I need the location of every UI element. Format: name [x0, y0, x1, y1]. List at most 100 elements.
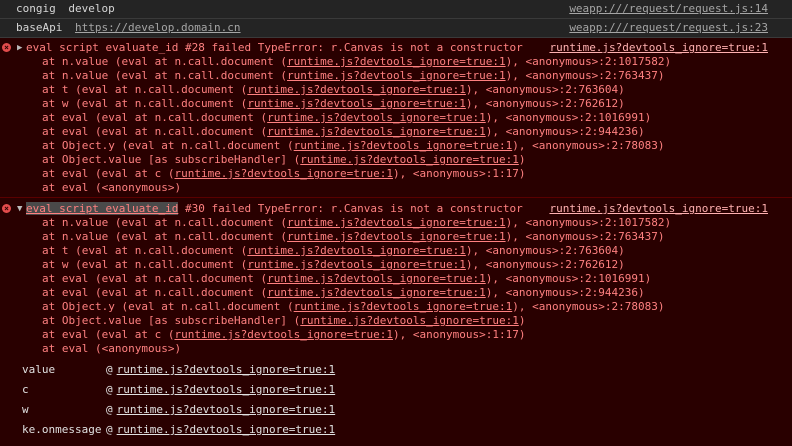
stack-frame: at Object.value [as subscribeHandler] (r…	[0, 314, 792, 328]
stack-frame: at eval (<anonymous>)	[0, 342, 792, 356]
source-link[interactable]: weapp:///request/request.js:23	[569, 19, 768, 37]
stack-frame-location: ), <anonymous>:2:944236)	[485, 125, 645, 138]
stack-frame: at Object.y (eval at n.call.document (ru…	[0, 139, 792, 153]
stack-frame-text: at eval (eval at c (	[42, 328, 175, 341]
error-circle-icon: ×	[2, 43, 11, 52]
stack-trace: at n.value (eval at n.call.document (run…	[0, 55, 792, 195]
stack-frame: at eval (eval at n.call.document (runtim…	[0, 111, 792, 125]
stack-frame-link[interactable]: runtime.js?devtools_ignore=true:1	[267, 286, 486, 299]
caret-down-icon[interactable]: ▼	[17, 202, 22, 216]
call-frame-name: value	[22, 363, 56, 376]
stack-frame-location: ), <anonymous>:2:78083)	[512, 300, 665, 313]
call-frame-row: ke.onmessage @ runtime.js?devtools_ignore=…	[0, 420, 792, 440]
call-frame-row: w @ runtime.js?devtools_ignore=true:1	[0, 400, 792, 420]
stack-frame-text: at eval (eval at n.call.document (	[42, 125, 268, 138]
call-frame-link[interactable]: runtime.js?devtools_ignore=true:1	[117, 403, 336, 416]
stack-frame-text: at eval (eval at c (	[42, 167, 175, 180]
source-link[interactable]: runtime.js?devtools_ignore=true:1	[549, 202, 768, 216]
error-message: eval script evaluate_id #28 failed TypeE…	[26, 41, 523, 54]
stack-frame: at Object.value [as subscribeHandler] (r…	[0, 153, 792, 167]
stack-frame-link[interactable]: runtime.js?devtools_ignore=true:1	[294, 300, 513, 313]
log-row: baseApi https://develop.domain.cn weapp:…	[0, 19, 792, 38]
log-row: congig develop weapp:///request/request.…	[0, 0, 792, 19]
call-frame-name: c	[22, 383, 29, 396]
error-header[interactable]: × ▼ eval script evaluate_id #30 failed T…	[0, 202, 792, 216]
stack-frame-text: at w (eval at n.call.document (	[42, 258, 248, 271]
selected-text[interactable]: eval script evaluate_id	[26, 202, 179, 215]
call-frame-link[interactable]: runtime.js?devtools_ignore=true:1	[117, 363, 336, 376]
error-circle-icon: ×	[2, 204, 11, 213]
stack-frame: at eval (eval at n.call.document (runtim…	[0, 286, 792, 300]
stack-frame-location: ), <anonymous>:2:763604)	[465, 244, 625, 257]
stack-frame-location: ), <anonymous>:2:763437)	[505, 69, 665, 82]
stack-frame-location: ), <anonymous>:2:762612)	[465, 258, 625, 271]
source-link[interactable]: weapp:///request/request.js:14	[569, 0, 768, 18]
stack-frame-link[interactable]: runtime.js?devtools_ignore=true:1	[287, 230, 506, 243]
stack-frame-text: at eval (eval at n.call.document (	[42, 111, 268, 124]
stack-frame-link[interactable]: runtime.js?devtools_ignore=true:1	[174, 328, 393, 341]
error-message: eval script evaluate_id #30 failed TypeE…	[26, 202, 523, 215]
stack-frame-location: ), <anonymous>:2:1017582)	[505, 55, 672, 68]
call-frame-row: value @ runtime.js?devtools_ignore=true:1	[0, 360, 792, 380]
stack-frame: at n.value (eval at n.call.document (run…	[0, 216, 792, 230]
stack-frame-link[interactable]: runtime.js?devtools_ignore=true:1	[247, 244, 466, 257]
stack-frame: at n.value (eval at n.call.document (run…	[0, 230, 792, 244]
stack-frame-text: at Object.value [as subscribeHandler] (	[42, 314, 301, 327]
stack-frame-link[interactable]: runtime.js?devtools_ignore=true:1	[267, 111, 486, 124]
stack-frame-location: )	[518, 153, 526, 166]
stack-frame: at eval (<anonymous>)	[0, 181, 792, 195]
stack-frame: at eval (eval at c (runtime.js?devtools_…	[0, 328, 792, 342]
stack-frame-link[interactable]: runtime.js?devtools_ignore=true:1	[267, 272, 486, 285]
stack-frame-text: at t (eval at n.call.document (	[42, 244, 248, 257]
console-panel: congig develop weapp:///request/request.…	[0, 0, 792, 446]
error-entry: × ▶ eval script evaluate_id #28 failed T…	[0, 38, 792, 198]
stack-frame-link[interactable]: runtime.js?devtools_ignore=true:1	[287, 216, 506, 229]
stack-frame-location: ), <anonymous>:2:944236)	[485, 286, 645, 299]
stack-frame-link[interactable]: runtime.js?devtools_ignore=true:1	[247, 258, 466, 271]
stack-frame-text: at n.value (eval at n.call.document (	[42, 69, 288, 82]
stack-frame-link[interactable]: runtime.js?devtools_ignore=true:1	[294, 139, 513, 152]
stack-frame-location: ), <anonymous>:2:1017582)	[505, 216, 672, 229]
stack-frame-location: ), <anonymous>:1:17)	[393, 167, 526, 180]
source-link[interactable]: runtime.js?devtools_ignore=true:1	[549, 41, 768, 55]
stack-frame-text: at Object.y (eval at n.call.document (	[42, 139, 294, 152]
stack-frame: at n.value (eval at n.call.document (run…	[0, 69, 792, 83]
call-frame-name: w	[22, 403, 29, 416]
stack-frame-link[interactable]: runtime.js?devtools_ignore=true:1	[300, 314, 519, 327]
stack-frame-link[interactable]: runtime.js?devtools_ignore=true:1	[247, 97, 466, 110]
stack-frame-link[interactable]: runtime.js?devtools_ignore=true:1	[300, 153, 519, 166]
stack-frame-text: at t (eval at n.call.document (	[42, 83, 248, 96]
stack-frame: at eval (eval at n.call.document (runtim…	[0, 125, 792, 139]
call-frame-row: c @ runtime.js?devtools_ignore=true:1	[0, 380, 792, 400]
stack-frame-text: at Object.value [as subscribeHandler] (	[42, 153, 301, 166]
stack-frame-link[interactable]: runtime.js?devtools_ignore=true:1	[287, 55, 506, 68]
log-value-link[interactable]: https://develop.domain.cn	[75, 21, 241, 34]
stack-frame: at t (eval at n.call.document (runtime.j…	[0, 83, 792, 97]
call-frame-link[interactable]: runtime.js?devtools_ignore=true:1	[117, 423, 336, 436]
error-header[interactable]: × ▶ eval script evaluate_id #28 failed T…	[0, 41, 792, 55]
stack-frame-text: at n.value (eval at n.call.document (	[42, 55, 288, 68]
call-frames: value @ runtime.js?devtools_ignore=true:1 c…	[0, 360, 792, 440]
stack-frame-location: ), <anonymous>:2:1016991)	[485, 111, 652, 124]
stack-frame-text: at n.value (eval at n.call.document (	[42, 216, 288, 229]
stack-frame-link[interactable]: runtime.js?devtools_ignore=true:1	[247, 83, 466, 96]
stack-frame: at eval (eval at c (runtime.js?devtools_…	[0, 167, 792, 181]
stack-frame-text: at eval (eval at n.call.document (	[42, 272, 268, 285]
at-symbol: @	[106, 423, 113, 436]
stack-frame-link[interactable]: runtime.js?devtools_ignore=true:1	[267, 125, 486, 138]
error-entry-expanded: × ▼ eval script evaluate_id #30 failed T…	[0, 198, 792, 446]
stack-frame-link[interactable]: runtime.js?devtools_ignore=true:1	[287, 69, 506, 82]
stack-frame-text: at Object.y (eval at n.call.document (	[42, 300, 294, 313]
stack-frame-location: ), <anonymous>:2:763437)	[505, 230, 665, 243]
stack-frame-location: ), <anonymous>:1:17)	[393, 328, 526, 341]
stack-frame-location: )	[518, 314, 526, 327]
stack-frame: at w (eval at n.call.document (runtime.j…	[0, 258, 792, 272]
caret-right-icon[interactable]: ▶	[17, 41, 22, 55]
stack-frame-link[interactable]: runtime.js?devtools_ignore=true:1	[174, 167, 393, 180]
stack-frame-location: ), <anonymous>:2:1016991)	[485, 272, 652, 285]
stack-frame: at eval (eval at n.call.document (runtim…	[0, 272, 792, 286]
call-frame-link[interactable]: runtime.js?devtools_ignore=true:1	[117, 383, 336, 396]
stack-frame-location: ), <anonymous>:2:762612)	[465, 97, 625, 110]
log-label: baseApi	[16, 21, 63, 34]
call-frame-name: ke.onmessage	[22, 423, 102, 436]
